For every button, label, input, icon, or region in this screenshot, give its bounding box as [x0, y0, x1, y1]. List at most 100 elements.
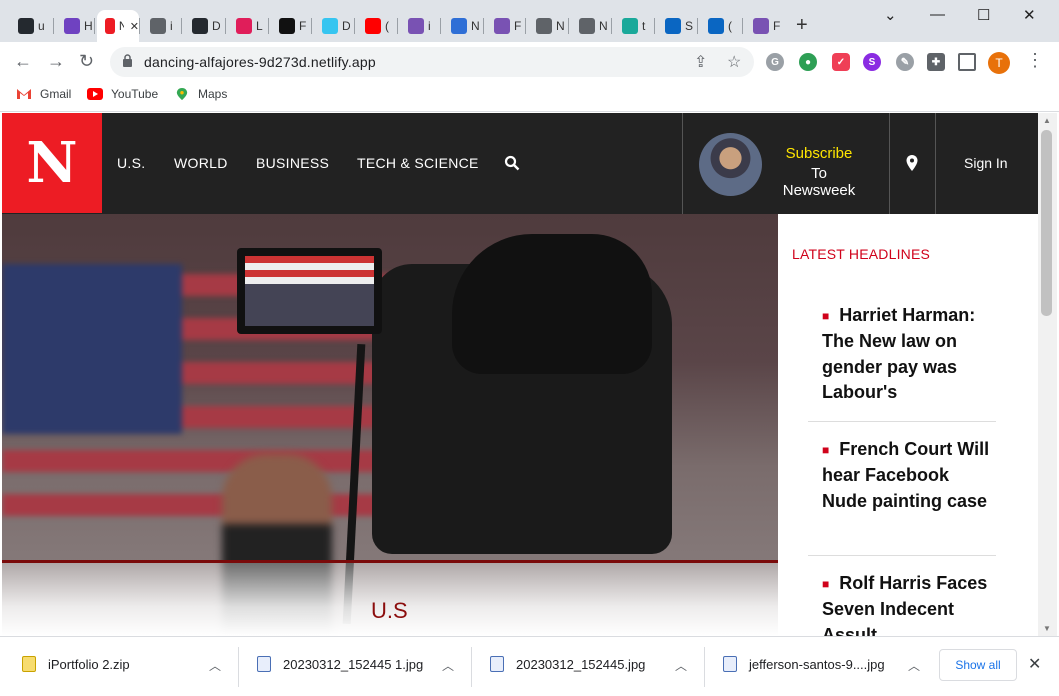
bookmark-maps[interactable]: Maps [174, 87, 227, 101]
tab-title: N [599, 19, 607, 33]
chevron-up-icon[interactable]: ︿ [908, 657, 920, 674]
headline-item[interactable]: ■ Harriet Harman: The New law on gender p… [822, 303, 994, 406]
close-window-button[interactable]: ✕ [1023, 6, 1036, 24]
headline-divider [808, 555, 996, 556]
download-item[interactable]: 20230312_152445.jpg [490, 656, 645, 672]
scrollbar-thumb[interactable] [1041, 130, 1052, 316]
tab-separator [53, 18, 54, 34]
slack-icon [236, 18, 252, 34]
subscribe-subtext[interactable]: To Newsweek [774, 165, 864, 199]
new-tab-button[interactable]: + [796, 14, 808, 37]
subscribe-link[interactable]: Subscribe [774, 145, 864, 162]
nav-tech-science[interactable]: TECH & SCIENCE [357, 155, 479, 171]
browser-tab[interactable]: i [142, 10, 179, 42]
minimize-button[interactable]: — [930, 6, 945, 23]
browser-tab[interactable]: N [571, 10, 608, 42]
bookmark-star-icon[interactable]: ☆ [727, 52, 741, 72]
bookmark-youtube[interactable]: YouTube [87, 87, 158, 101]
forward-button[interactable]: → [47, 51, 65, 72]
download-separator [704, 647, 705, 687]
grid-icon [279, 18, 295, 34]
reload-button[interactable]: ↻ [79, 51, 94, 72]
browser-tab[interactable]: F [745, 10, 782, 42]
profile-avatar[interactable]: T [988, 52, 1010, 74]
browser-tab[interactable]: ( [700, 10, 737, 42]
address-bar[interactable]: dancing-alfajores-9d273d.netlify.app ⇪ ☆ [110, 47, 754, 77]
tab-separator [525, 18, 526, 34]
chevron-up-icon[interactable]: ︿ [209, 657, 221, 674]
bookmark-label: Gmail [40, 87, 72, 101]
browser-tab[interactable]: F [271, 10, 308, 42]
headline-item[interactable]: ■ French Court Will hear Facebook Nude pa… [822, 437, 994, 514]
github-icon [18, 18, 34, 34]
download-filename: 20230312_152445 1.jpg [283, 656, 424, 672]
browser-tab[interactable]: i [400, 10, 437, 42]
browser-tab[interactable]: N [528, 10, 565, 42]
tab-title: N [118, 19, 124, 33]
browser-tab[interactable]: S [657, 10, 694, 42]
download-item[interactable]: 20230312_152445 1.jpg [257, 656, 423, 672]
headline-item[interactable]: ■ Rolf Harris Faces Seven Indecent Assult [822, 571, 994, 636]
search-icon[interactable] [504, 155, 520, 171]
browser-tab[interactable]: H [56, 10, 93, 42]
tab-title: S [685, 19, 693, 33]
download-filename: iPortfolio 2.zip [48, 656, 130, 672]
extension-brush-icon[interactable]: ✎ [896, 53, 914, 71]
bookmarks-bar: Gmail YouTube Maps [0, 82, 1059, 112]
chrome-icon [536, 18, 552, 34]
subscribe-photo[interactable] [699, 133, 762, 196]
globe-icon [150, 18, 166, 34]
hero-image[interactable]: U.S [2, 214, 778, 636]
download-item[interactable]: jefferson-santos-9....jpg [723, 656, 885, 672]
tab-separator [139, 18, 140, 34]
lock-icon [123, 54, 132, 67]
download-item[interactable]: iPortfolio 2.zip [22, 656, 130, 672]
tab-search-icon[interactable]: ⌄ [884, 6, 897, 24]
nav-world[interactable]: WORLD [174, 155, 228, 171]
newsweek-logo[interactable]: N [2, 113, 102, 213]
browser-tab[interactable]: t [614, 10, 651, 42]
sign-in-link[interactable]: Sign In [964, 155, 1008, 171]
show-all-button[interactable]: Show all [939, 649, 1017, 681]
chevron-up-icon[interactable]: ︿ [675, 657, 687, 674]
hero-category[interactable]: U.S [371, 598, 408, 624]
extensions-puzzle-icon[interactable]: ✚ [927, 53, 945, 71]
browser-tab[interactable]: L [228, 10, 265, 42]
tab-title: L [256, 19, 263, 33]
bootstrap-icon [408, 18, 424, 34]
close-tab-icon[interactable]: ✕ [130, 20, 139, 33]
menu-kebab-icon[interactable]: ⋮ [1026, 50, 1044, 71]
tab-title: ( [728, 19, 732, 33]
close-shelf-icon[interactable]: ✕ [1028, 654, 1041, 674]
bullet-icon: ■ [822, 442, 830, 457]
extension-g-icon[interactable]: G [766, 53, 784, 71]
tab-title: ( [385, 19, 389, 33]
chevron-up-icon[interactable]: ︿ [442, 657, 454, 674]
tab-title: N [471, 19, 479, 33]
browser-tab[interactable]: D [184, 10, 221, 42]
bullet-icon: ■ [822, 308, 830, 323]
tab-separator [611, 18, 612, 34]
browser-tab[interactable]: N [443, 10, 480, 42]
image-file-icon [490, 656, 504, 672]
browser-tab[interactable]: F [486, 10, 523, 42]
extension-s-icon[interactable]: S [863, 53, 881, 71]
pocket-icon[interactable]: ✓ [832, 53, 850, 71]
browser-tab[interactable]: ( [357, 10, 394, 42]
extension-robot-icon[interactable]: ● [799, 53, 817, 71]
browser-tab[interactable]: u [10, 10, 47, 42]
maximize-button[interactable]: ☐ [977, 6, 990, 24]
scroll-down-arrow-icon[interactable]: ▼ [1043, 624, 1051, 633]
scroll-up-arrow-icon[interactable]: ▲ [1043, 116, 1051, 125]
bookmark-gmail[interactable]: Gmail [16, 87, 71, 101]
share-icon[interactable]: ⇪ [694, 52, 707, 72]
side-panel-icon[interactable] [958, 53, 976, 71]
location-pin-icon[interactable] [906, 155, 918, 171]
back-button[interactable]: ← [14, 51, 32, 72]
browser-tab[interactable]: N ✕ [97, 10, 139, 42]
browser-tab[interactable]: D [314, 10, 351, 42]
nav-us[interactable]: U.S. [117, 155, 145, 171]
latest-headlines-panel: LATEST HEADLINES ■ Harriet Harman: The Ne… [778, 214, 1038, 636]
nav-business[interactable]: BUSINESS [256, 155, 329, 171]
tab-title: D [212, 19, 220, 33]
